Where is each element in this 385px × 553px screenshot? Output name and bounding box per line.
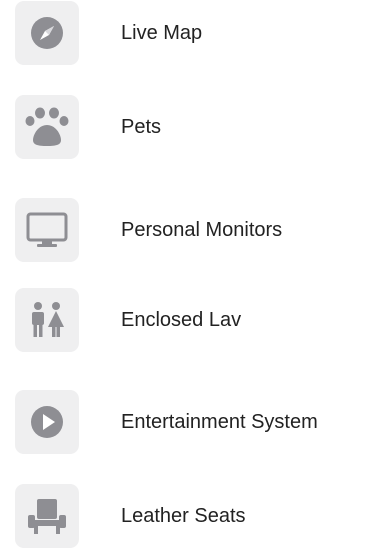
compass-icon xyxy=(15,1,79,65)
restroom-icon xyxy=(15,288,79,352)
paw-icon xyxy=(15,95,79,159)
amenity-label: Pets xyxy=(121,116,162,138)
amenity-item-pets: Pets xyxy=(15,95,161,159)
amenity-item-enclosed-lav: Enclosed Lav xyxy=(15,288,241,352)
amenity-label: Personal Monitors xyxy=(121,219,283,241)
amenity-label: Leather Seats xyxy=(121,505,246,527)
amenity-label: Live Map xyxy=(121,22,203,44)
seat-icon xyxy=(15,484,79,548)
amenity-item-personal-monitors: Personal Monitors xyxy=(15,198,282,262)
monitor-icon xyxy=(15,198,79,262)
amenity-item-entertainment-system: Entertainment System xyxy=(15,390,318,454)
amenity-label: Entertainment System xyxy=(121,411,318,433)
amenity-item-leather-seats: Leather Seats xyxy=(15,484,246,548)
amenities-list: Live Map Pets Personal Monitors Enclosed… xyxy=(0,0,385,553)
amenity-label: Enclosed Lav xyxy=(121,309,242,331)
amenity-item-live-map: Live Map xyxy=(15,1,202,65)
play-circle-icon xyxy=(15,390,79,454)
